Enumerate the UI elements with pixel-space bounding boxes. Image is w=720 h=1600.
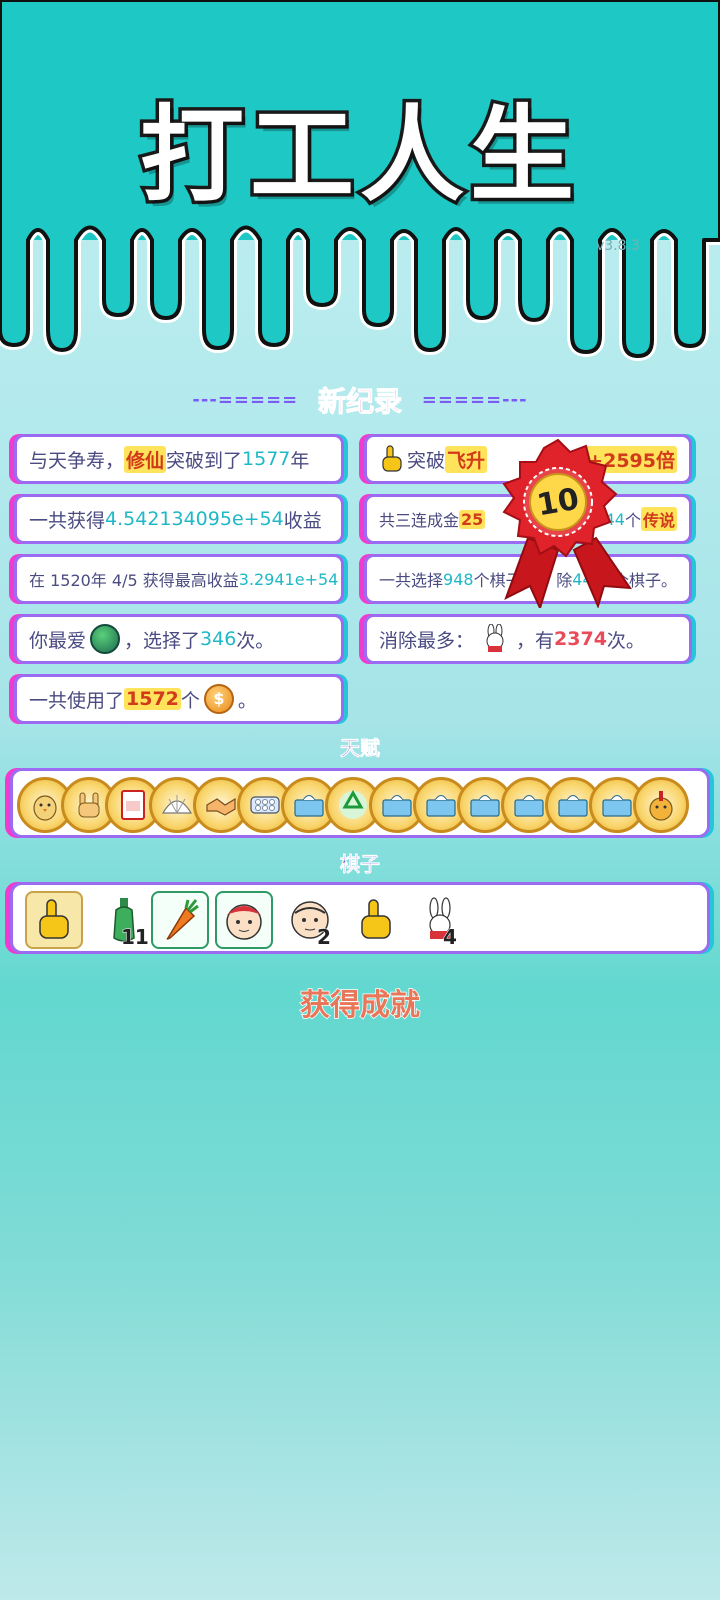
carrot-icon xyxy=(166,899,199,940)
stat-text: 年 xyxy=(290,449,310,472)
stat-text: ，有 xyxy=(516,629,555,652)
stat-text: 次。 xyxy=(606,629,645,652)
stat-value: 2374 xyxy=(554,628,607,650)
tissue-box-icon xyxy=(465,785,505,825)
stat-value: 948 xyxy=(443,569,474,589)
version-label: v3.8.3 xyxy=(596,238,640,254)
piece-count: 11 xyxy=(121,925,150,950)
tissue-box-icon xyxy=(597,785,637,825)
chick-icon xyxy=(25,785,65,825)
tissue-box-icon xyxy=(377,785,417,825)
stat-card-favorite: 你最爱 ，选择了 346 次。 xyxy=(14,614,344,664)
tissue-box-icon xyxy=(421,785,461,825)
stat-text: 个 xyxy=(180,689,200,712)
stat-text: 一共使用了 xyxy=(29,689,125,712)
stat-text: 你最爱 xyxy=(29,629,87,652)
chick-hat-icon xyxy=(641,785,681,825)
stat-tag: 飞升 xyxy=(445,445,488,473)
globe-icon xyxy=(90,624,121,654)
achievements-title: 获得成就 xyxy=(299,987,421,1024)
talent-slot[interactable] xyxy=(633,777,689,833)
stat-card-total-earnings: 一共获得 4.542134095e+54 收益 xyxy=(14,494,344,544)
stat-text: 在 1520年 4/5 获得最高收益 xyxy=(29,571,239,590)
piece-count: 4 xyxy=(443,925,458,950)
game-title: 打工人生 xyxy=(136,91,580,220)
rabbit-icon xyxy=(486,624,504,652)
pieces-label: 棋子 xyxy=(340,852,381,877)
pointing-finger-icon xyxy=(382,445,402,472)
stat-text: 收益 xyxy=(283,509,322,532)
stat-value: 3.2941e+54 xyxy=(238,569,339,589)
piece-count: 2 xyxy=(317,925,332,950)
stat-text: 。 xyxy=(237,689,257,712)
badge-number: 10 xyxy=(534,482,581,524)
stat-text: 一共获得 xyxy=(29,509,106,532)
stat-text: 消除最多： xyxy=(379,629,475,652)
stat-value: 1572 xyxy=(124,688,181,710)
pieces-strip: 11 2 4 xyxy=(10,882,710,954)
piece-slot[interactable] xyxy=(411,891,469,949)
stat-value: 1577 xyxy=(242,448,291,470)
dash-left: ---===== xyxy=(192,389,299,411)
stat-text: 一共选择 xyxy=(379,571,444,590)
stat-card-cultivation: 与天争寿， 修仙 突破到了 1577 年 xyxy=(14,434,344,484)
rock-hand-icon xyxy=(69,785,109,825)
stat-text: 突破到了 xyxy=(166,449,243,472)
tissue-box-icon xyxy=(289,785,329,825)
piece-slot[interactable] xyxy=(347,891,405,949)
stat-card-most-eliminated: 消除最多： ，有 2374 次。 xyxy=(364,614,692,664)
dash-right: =====--- xyxy=(421,389,528,411)
piece-slot[interactable] xyxy=(25,891,83,949)
stat-text: 共三连成金 xyxy=(379,511,460,530)
stat-tag: 修仙 xyxy=(124,445,167,473)
red-rosette-badge: 10 xyxy=(502,438,632,608)
pointing-finger-icon xyxy=(39,899,69,939)
coin-icon: $ xyxy=(203,684,234,714)
stat-value: 346 xyxy=(200,628,237,650)
piece-slot[interactable] xyxy=(151,891,209,949)
pointing-finger-icon xyxy=(361,899,391,939)
talents-strip xyxy=(10,768,710,838)
recycle-icon xyxy=(333,785,373,825)
stat-card-coins-used: 一共使用了 1572 个 $ 。 xyxy=(14,674,344,724)
stat-text: ，选择了 xyxy=(124,629,201,652)
tissue-box-icon xyxy=(553,785,593,825)
shell-icon xyxy=(157,785,197,825)
time-card-icon xyxy=(113,785,153,825)
new-record-header: ---===== 新纪录 =====--- xyxy=(0,380,720,420)
stat-text: 与天争寿， xyxy=(29,449,125,472)
stat-card-highest-earning: 在 1520年 4/5 获得最高收益 3.2941e+54 xyxy=(14,554,344,604)
stat-value: 4.542134095e+54 xyxy=(105,508,284,530)
piece-slot[interactable] xyxy=(215,891,273,949)
handshake-icon xyxy=(201,785,241,825)
stat-text: 次。 xyxy=(236,629,275,652)
stat-value: 25 xyxy=(459,509,486,529)
red-hair-face-icon xyxy=(226,904,262,940)
pill-board-icon xyxy=(245,785,285,825)
stat-text: 突破 xyxy=(407,449,446,472)
tissue-box-icon xyxy=(509,785,549,825)
new-record-title: 新纪录 xyxy=(317,385,402,419)
talents-label: 天赋 xyxy=(340,736,381,761)
